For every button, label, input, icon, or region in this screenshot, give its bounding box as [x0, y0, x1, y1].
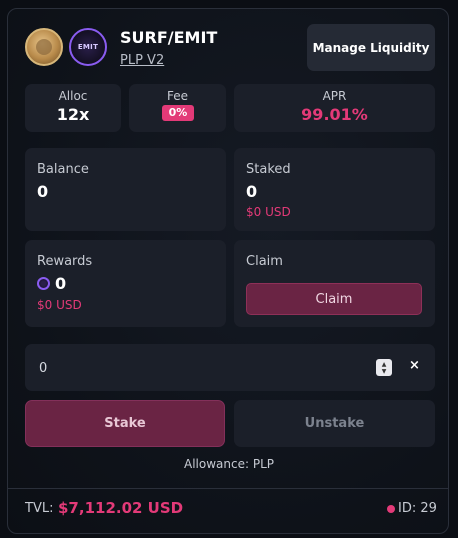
unstake-button[interactable]: Unstake	[234, 400, 435, 447]
rewards-value: 0	[55, 274, 67, 293]
balance-label: Balance	[37, 162, 89, 177]
staked-tile: Staked 0 $0 USD	[234, 148, 435, 231]
clear-icon[interactable]: ×	[409, 358, 420, 373]
amount-input[interactable]	[37, 344, 361, 393]
number-spinner[interactable]: ▲ ▼	[376, 359, 392, 376]
balance-tile: Balance 0	[25, 148, 226, 231]
surf-token-icon	[25, 28, 63, 66]
status-dot-icon	[387, 505, 395, 513]
tvl-label: TVL:	[25, 501, 54, 516]
apr-label: APR	[322, 89, 347, 103]
tvl-value: $7,112.02 USD	[58, 499, 184, 517]
alloc-stat: Alloc 12x	[25, 84, 121, 132]
apr-value: 99.01%	[301, 105, 368, 124]
fee-badge: 0%	[162, 105, 194, 121]
emit-token-icon: EMIT	[69, 28, 107, 66]
claim-label: Claim	[246, 254, 283, 269]
claim-button[interactable]: Claim	[246, 283, 422, 315]
spinner-up-icon[interactable]: ▲	[382, 361, 387, 368]
staked-label: Staked	[246, 162, 291, 177]
pool-id: ID: 29	[398, 501, 437, 516]
balance-value: 0	[37, 182, 49, 201]
footer-divider	[7, 488, 449, 489]
fee-label: Fee	[166, 89, 188, 103]
manage-liquidity-button[interactable]: Manage Liquidity	[307, 24, 435, 71]
alloc-value: 12x	[56, 105, 90, 124]
claim-tile: Claim Claim	[234, 240, 435, 327]
pool-version-link[interactable]: PLP V2	[120, 53, 164, 68]
rewards-amount: 0	[37, 274, 66, 293]
staked-usd: $0 USD	[246, 205, 291, 219]
rewards-usd: $0 USD	[37, 298, 82, 312]
alloc-label: Alloc	[58, 89, 88, 103]
staked-value: 0	[246, 182, 258, 201]
spinner-down-icon[interactable]: ▼	[382, 368, 387, 375]
emit-logo-text: EMIT	[77, 43, 99, 51]
fee-stat: Fee 0%	[129, 84, 226, 132]
pair-title: SURF/EMIT	[120, 28, 218, 47]
rewards-label: Rewards	[37, 254, 93, 269]
apr-stat: APR 99.01%	[234, 84, 435, 132]
amount-input-wrapper: ▲ ▼ ×	[25, 344, 435, 393]
rewards-tile: Rewards 0 $0 USD	[25, 240, 226, 327]
allowance-text: Allowance: PLP	[184, 457, 274, 471]
emit-reward-icon	[37, 277, 50, 290]
stake-button[interactable]: Stake	[25, 400, 225, 447]
